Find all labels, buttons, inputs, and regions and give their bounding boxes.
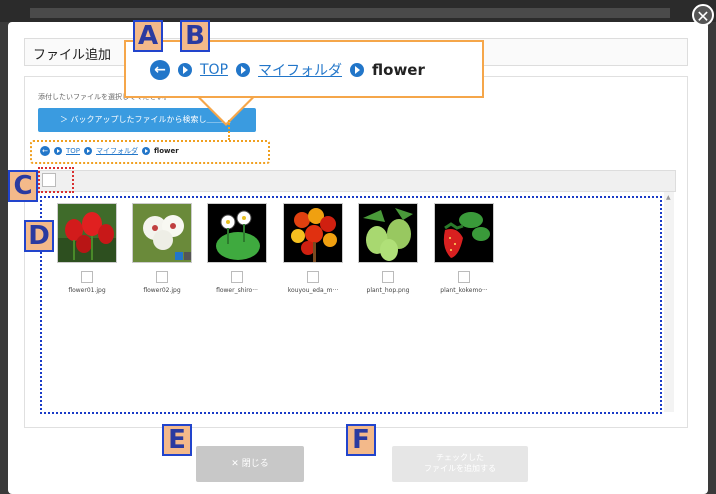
file-item[interactable]: flower01.jpg — [56, 203, 118, 294]
file-name: kouyou_eda_m··· — [287, 287, 339, 294]
file-item[interactable]: kouyou_eda_m··· — [282, 203, 344, 294]
breadcrumb-link-top[interactable]: TOP — [200, 62, 228, 78]
backdrop-strip — [30, 8, 670, 18]
callout-pointer-fill — [199, 96, 253, 123]
back-arrow-icon[interactable]: ← — [150, 60, 170, 80]
file-item[interactable]: plant_hop.png — [357, 203, 419, 294]
close-button[interactable]: ✕ 閉じる — [196, 446, 304, 482]
breadcrumb-link-myfolder[interactable]: マイフォルダ — [258, 60, 342, 80]
breadcrumb-current: flower — [372, 61, 425, 79]
hop-plant-thumbnail[interactable] — [358, 203, 418, 263]
file-item[interactable]: flower02.jpg — [131, 203, 193, 294]
autumn-leaves-thumbnail[interactable] — [283, 203, 343, 263]
white-flowers-illustration-thumbnail[interactable] — [207, 203, 267, 263]
backdrop-header — [0, 0, 716, 22]
red-tulips-thumbnail[interactable] — [57, 203, 117, 263]
marker-a: A — [133, 20, 163, 52]
file-checkbox[interactable] — [81, 271, 93, 283]
file-item[interactable]: plant_kokemo··· — [433, 203, 495, 294]
breadcrumb-highlight — [30, 140, 270, 164]
modal-close-icon[interactable]: ✕ — [692, 4, 714, 26]
file-name: flower_shiro··· — [216, 287, 258, 294]
play-circle-icon — [350, 63, 365, 77]
file-name: flower01.jpg — [68, 287, 106, 294]
file-item[interactable]: flower_shiro··· — [206, 203, 268, 294]
marker-e: E — [162, 424, 192, 456]
file-checkbox[interactable] — [382, 271, 394, 283]
file-list-toolbar — [38, 170, 676, 192]
marker-c: C — [8, 170, 38, 202]
strawberry-plant-thumbnail[interactable] — [434, 203, 494, 263]
breadcrumb-enlarged: ← TOP マイフォルダ flower — [150, 60, 425, 80]
callout-pointer-line — [228, 120, 230, 140]
play-circle-icon — [178, 63, 192, 77]
file-grid-scrollbar[interactable]: ▲ — [664, 192, 674, 412]
marker-d: D — [24, 220, 54, 252]
add-button-line2: ファイルを追加する — [424, 464, 496, 473]
modal-title: ファイル追加 — [33, 48, 112, 63]
play-circle-icon — [236, 63, 251, 77]
file-checkbox[interactable] — [458, 271, 470, 283]
add-checked-files-button[interactable]: チェックした ファイルを追加する — [392, 446, 528, 482]
marker-b: B — [180, 20, 210, 52]
file-name: plant_kokemo··· — [440, 287, 488, 294]
file-checkbox[interactable] — [231, 271, 243, 283]
white-flowers-thumbnail[interactable] — [132, 203, 192, 263]
file-name: flower02.jpg — [143, 287, 181, 294]
file-checkbox[interactable] — [307, 271, 319, 283]
file-name: plant_hop.png — [366, 287, 410, 294]
file-checkbox[interactable] — [156, 271, 168, 283]
select-all-highlight — [38, 167, 74, 193]
add-button-line1: チェックした — [436, 453, 484, 462]
scroll-up-icon[interactable]: ▲ — [666, 194, 671, 201]
marker-f: F — [346, 424, 376, 456]
